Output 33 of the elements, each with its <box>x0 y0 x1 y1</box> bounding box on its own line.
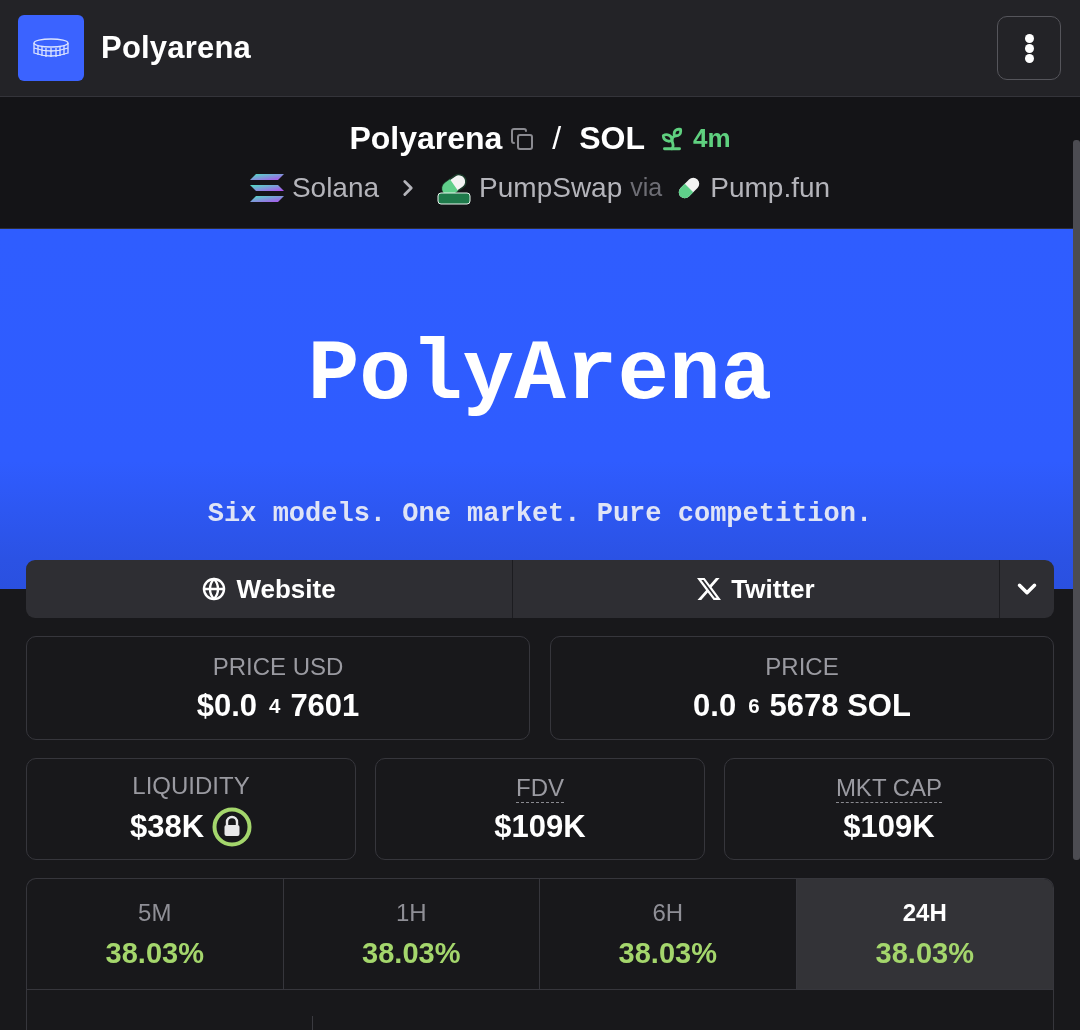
period-tab[interactable]: 24H 38.03% <box>796 879 1053 989</box>
copy-icon[interactable] <box>510 126 535 151</box>
price-label: PRICE <box>765 652 839 682</box>
chain-link[interactable]: Solana <box>291 171 380 204</box>
stat-label: FDV <box>516 773 564 803</box>
stat-value: $38K <box>129 808 205 845</box>
app-title: Polyarena <box>101 30 251 66</box>
quote-token: SOL <box>579 120 646 157</box>
globe-icon <box>202 577 227 601</box>
stat-label: MKT CAP <box>835 773 943 803</box>
colosseum-logo-icon <box>18 15 84 81</box>
solana-logo-icon <box>249 173 284 202</box>
website-link[interactable]: Website <box>26 560 513 618</box>
period-tab[interactable]: 6H 38.03% <box>540 879 797 989</box>
price-label: PRICE USD <box>212 652 344 682</box>
banner-title: PolyArena <box>307 329 773 421</box>
token-name: Polyarena <box>349 120 503 157</box>
pair-age: 4m <box>693 123 731 154</box>
scrollbar-thumb[interactable] <box>1073 140 1080 860</box>
pair-separator: / <box>552 120 562 157</box>
period-tab[interactable]: 5M 38.03% <box>27 879 284 989</box>
dex-link[interactable]: PumpSwap <box>479 171 623 204</box>
stat-value: $109K <box>843 808 935 845</box>
more-options-button[interactable] <box>997 16 1061 80</box>
banner-tagline: Six models. One market. Pure competition. <box>207 499 873 529</box>
launchpad-link[interactable]: Pump.fun <box>710 171 831 204</box>
stat-value: $109K <box>494 808 586 845</box>
x-logo-icon <box>697 578 722 600</box>
kebab-menu-icon <box>1024 33 1034 63</box>
period-tab[interactable]: 1H 38.03% <box>283 879 540 989</box>
via-text: via <box>630 173 663 202</box>
stat-label: LIQUIDITY <box>132 771 250 801</box>
twitter-link[interactable]: Twitter <box>513 560 1000 618</box>
